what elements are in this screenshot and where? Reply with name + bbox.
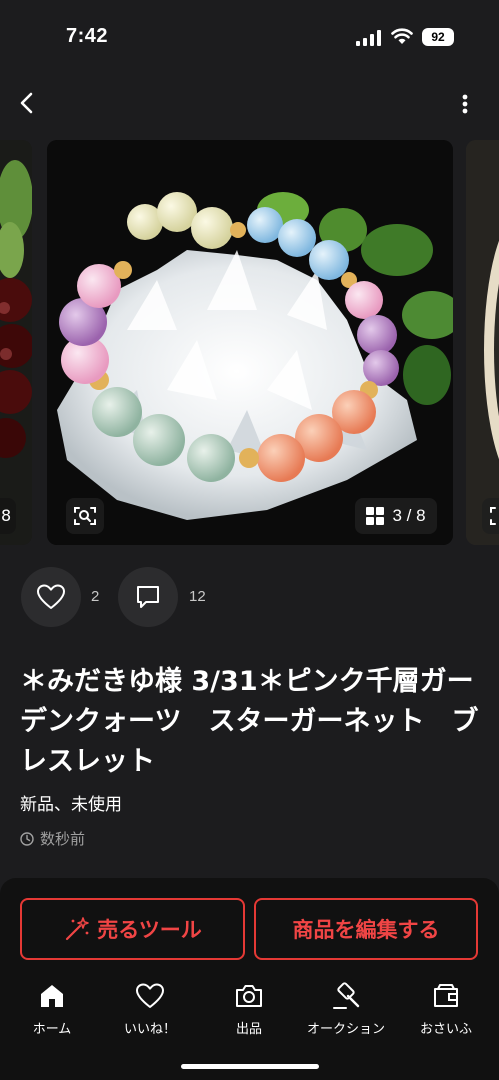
clock-icon	[20, 831, 34, 846]
tab-label: ホーム	[32, 1022, 72, 1037]
tab-wallet[interactable]: おさいふ	[398, 975, 494, 1037]
battery-indicator: 92	[422, 28, 454, 46]
item-title: ＊みだきゆ様 3/31＊ピンク千層ガーデンクォーツ スターガーネット ブレスレッ…	[20, 666, 479, 777]
wifi-icon	[391, 28, 413, 44]
posted-time: 数秒前	[40, 830, 86, 848]
like-button[interactable]	[21, 567, 81, 627]
next-photo-scan-button[interactable]	[482, 498, 499, 534]
tab-auction[interactable]: オークション	[298, 975, 394, 1037]
status-bar: 7:42 92	[0, 0, 499, 72]
tab-label: オークション	[306, 1022, 385, 1037]
wallet-icon	[434, 984, 458, 1007]
status-time: 7:42	[66, 25, 109, 47]
image-search-button[interactable]	[66, 498, 104, 534]
previous-photo-counter: 8	[0, 498, 16, 534]
tab-sell[interactable]: 出品	[201, 975, 297, 1037]
like-count: 2	[91, 588, 100, 605]
home-indicator	[181, 1064, 319, 1069]
tab-label: おさいふ	[419, 1022, 472, 1037]
crystal-bracelet-photo	[47, 140, 453, 545]
cellular-signal-icon	[356, 30, 381, 46]
previous-photo[interactable]	[0, 140, 32, 545]
home-icon	[41, 985, 63, 1007]
magic-wand-icon	[66, 917, 90, 941]
next-photo[interactable]	[466, 140, 499, 545]
photo-counter: 3 / 8	[392, 506, 426, 525]
more-options-icon[interactable]	[452, 90, 478, 120]
camera-icon	[236, 985, 262, 1007]
auction-hammer-icon	[333, 982, 360, 1009]
item-condition: 新品、未使用	[20, 795, 122, 815]
grid-icon	[366, 507, 385, 525]
image-carousel[interactable]	[0, 140, 499, 547]
image-scan-icon	[74, 507, 96, 525]
posted-time-row: 数秒前	[20, 828, 85, 849]
heart-icon	[136, 983, 164, 1008]
comment-button[interactable]	[118, 567, 178, 627]
tab-home[interactable]: ホーム	[4, 975, 100, 1037]
back-button[interactable]	[12, 88, 42, 118]
tab-label: いいね！	[123, 1022, 176, 1037]
tab-label: 出品	[235, 1022, 262, 1037]
tab-bar: ホーム いいね！ 出品 オークション おさいふ	[0, 975, 499, 1045]
heart-icon	[37, 584, 65, 609]
comment-count: 12	[189, 588, 206, 605]
edit-item-label: 商品を編集する	[292, 918, 440, 942]
image-scan-icon	[490, 507, 496, 525]
photo-counter-badge[interactable]: 3 / 8	[355, 498, 437, 534]
comment-icon	[137, 586, 159, 608]
next-bracelet-photo	[466, 140, 499, 545]
edit-item-button[interactable]: 商品を編集する	[254, 898, 478, 960]
sell-tool-button[interactable]: 売るツール	[20, 898, 245, 960]
garnet-bracelet-photo	[0, 140, 32, 545]
tab-likes[interactable]: いいね！	[102, 975, 198, 1037]
main-photo[interactable]	[47, 140, 453, 545]
sell-tool-label: 売るツール	[97, 918, 202, 942]
